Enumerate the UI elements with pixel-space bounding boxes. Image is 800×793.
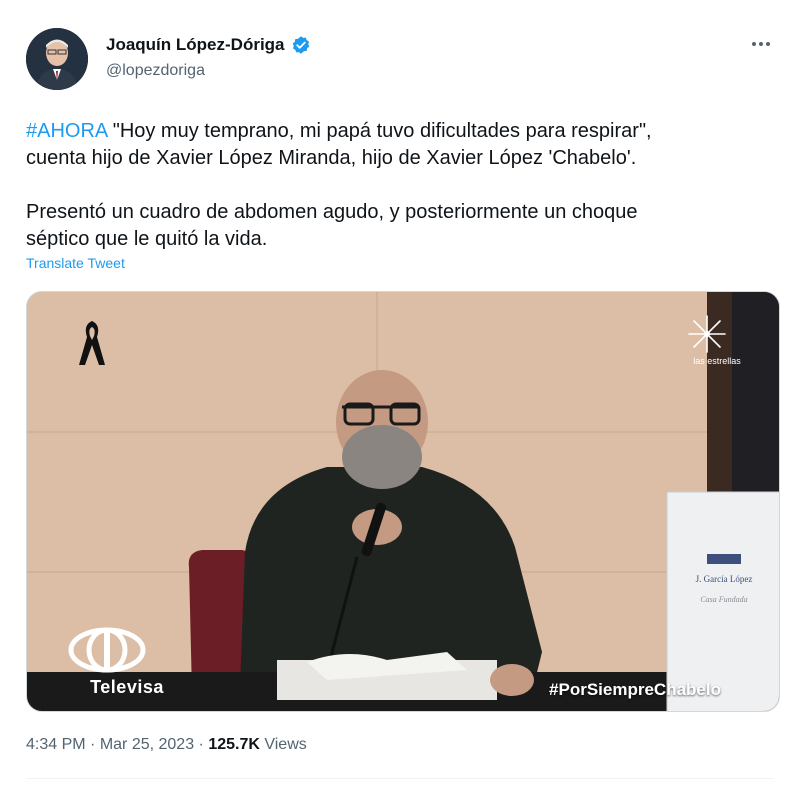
tweet-line: "Hoy muy temprano, mi papá tuvo dificult… xyxy=(107,120,652,142)
views-label: Views xyxy=(259,736,307,753)
meta-separator: · xyxy=(85,736,100,753)
las-estrellas-logo: las estrellas xyxy=(687,314,747,366)
placard-brand: J. García López xyxy=(696,574,753,584)
divider xyxy=(26,778,774,779)
tweet-text: #AHORA "Hoy muy temprano, mi papá tuvo d… xyxy=(26,118,776,253)
tweet-line: cuenta hijo de Xavier López Miranda, hij… xyxy=(26,147,637,169)
views-count: 125.7K xyxy=(208,736,260,753)
star-logo-icon xyxy=(688,315,726,353)
author-name-row: Joaquín López-Dóriga xyxy=(106,35,311,55)
mourning-ribbon-icon xyxy=(77,319,107,369)
translate-tweet-link[interactable]: Translate Tweet xyxy=(26,255,125,271)
tweet-line: séptico que le quitó la vida. xyxy=(26,228,268,250)
hashtag-link[interactable]: #AHORA xyxy=(26,120,107,142)
avatar[interactable] xyxy=(26,28,88,90)
verified-badge-icon xyxy=(292,36,309,54)
author-display-name[interactable]: Joaquín López-Dóriga xyxy=(106,35,285,55)
tweet-meta: 4:34 PM · Mar 25, 2023 · 125.7K Views xyxy=(26,736,307,754)
tweet-card: Joaquín López-Dóriga @lopezdoriga #AHORA… xyxy=(0,0,800,793)
video-hashtag-overlay: #PorSiempreChabelo xyxy=(549,680,721,699)
more-options-icon[interactable] xyxy=(752,36,776,52)
placard-sub: Casa Fundada xyxy=(700,595,747,604)
tweet-date[interactable]: Mar 25, 2023 xyxy=(100,736,194,753)
author-handle[interactable]: @lopezdoriga xyxy=(106,62,205,80)
tweet-video[interactable]: J. García López Casa Fundada las estrell… xyxy=(26,291,780,712)
tweet-line: Presentó un cuadro de abdomen agudo, y p… xyxy=(26,201,638,223)
tweet-time[interactable]: 4:34 PM xyxy=(26,736,86,753)
network-logo-text: las estrellas xyxy=(693,356,741,366)
meta-separator: · xyxy=(194,736,209,753)
broadcaster-name: Televisa xyxy=(90,677,164,697)
televisa-eye-icon xyxy=(68,627,146,673)
televisa-logo: Televisa xyxy=(67,627,187,698)
